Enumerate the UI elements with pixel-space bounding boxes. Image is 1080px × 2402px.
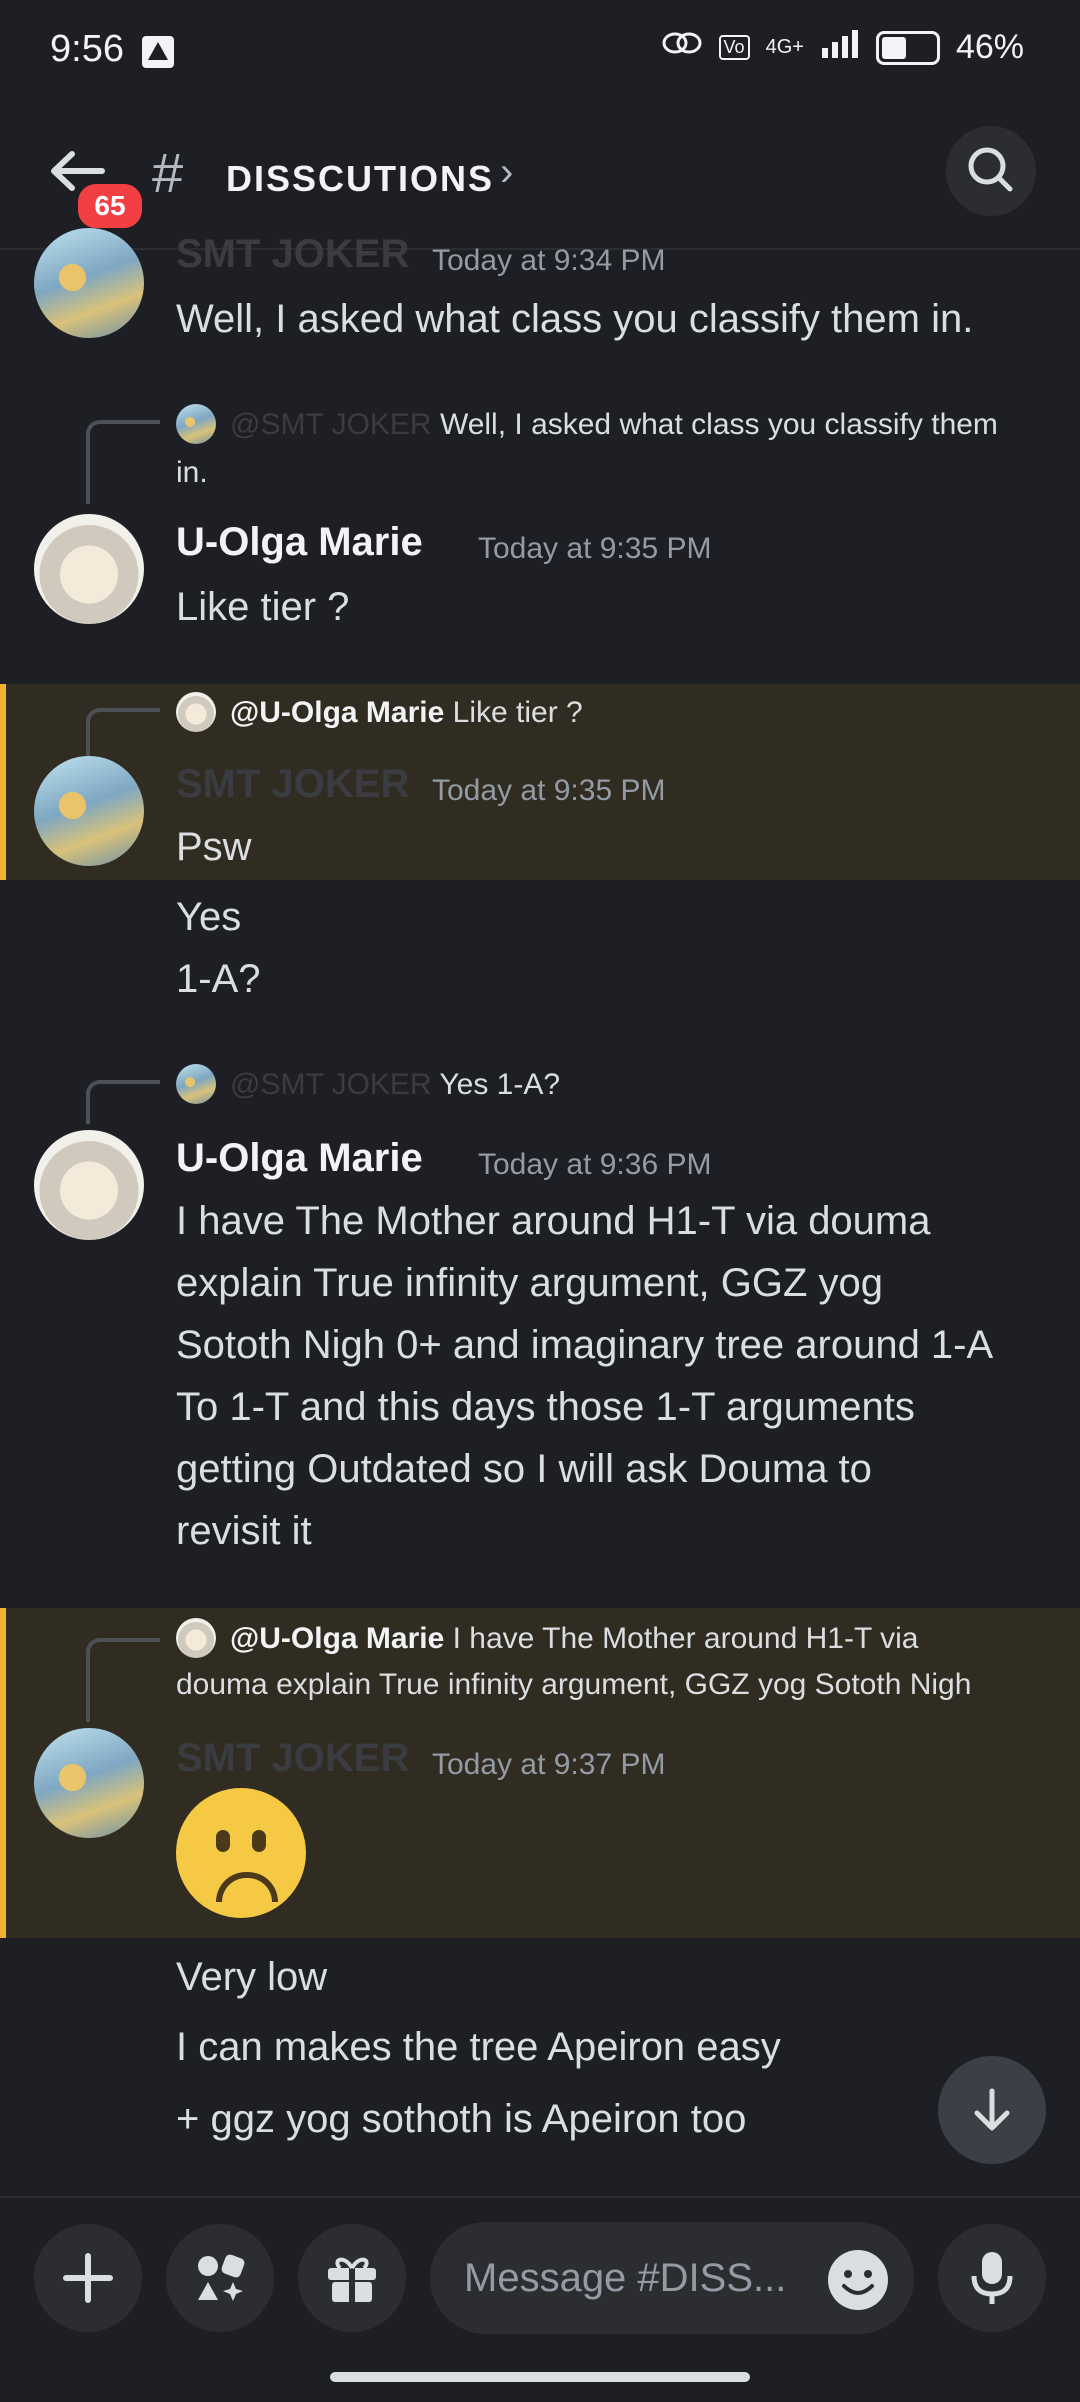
battery-level bbox=[881, 36, 906, 59]
channel-title[interactable]: DISSCUTIONS bbox=[226, 158, 494, 200]
apps-button[interactable] bbox=[166, 2224, 274, 2332]
message-text: 1-A? bbox=[176, 957, 261, 1001]
message-text: I have The Mother around H1-T via douma bbox=[176, 1199, 931, 1243]
message-text: Psw bbox=[176, 825, 252, 869]
battery-percent: 46% bbox=[955, 28, 1024, 66]
emoji-eye bbox=[252, 1830, 266, 1852]
reply-mention: @SMT JOKER bbox=[230, 408, 432, 441]
microphone-icon bbox=[971, 2252, 1013, 2304]
reply-preview[interactable]: @U-Olga Marie I have The Mother around H… bbox=[230, 1622, 918, 1656]
reply-preview[interactable]: @U-Olga Marie Like tier ? bbox=[230, 696, 583, 730]
highlight-bar bbox=[0, 684, 6, 880]
author-name[interactable]: SMT JOKER bbox=[176, 232, 409, 277]
message-text: Yes bbox=[176, 895, 242, 939]
reply-text: Well, I asked what class you classify th… bbox=[439, 408, 998, 441]
reply-connector bbox=[86, 1080, 160, 1124]
signal-icon bbox=[820, 28, 860, 67]
add-attachment-button[interactable] bbox=[34, 2224, 142, 2332]
notification-icon bbox=[140, 34, 176, 75]
message-timestamp: Today at 9:34 PM bbox=[432, 244, 666, 277]
author-name[interactable]: U-Olga Marie bbox=[176, 1136, 423, 1181]
channel-hash-icon: # bbox=[152, 141, 184, 204]
reply-avatar bbox=[176, 692, 216, 732]
message-text: explain True infinity argument, GGZ yog bbox=[176, 1261, 883, 1305]
reply-mention: @SMT JOKER bbox=[230, 1068, 432, 1101]
message-text: Sototh Nigh 0+ and imaginary tree around… bbox=[176, 1323, 994, 1367]
status-right: Vo 4G+ 46% bbox=[661, 28, 1024, 67]
message-text: + ggz yog sothoth is Apeiron too bbox=[176, 2097, 747, 2141]
apps-icon bbox=[198, 2254, 245, 2301]
message-text: I can makes the tree Apeiron easy bbox=[176, 2025, 781, 2069]
home-indicator[interactable] bbox=[330, 2372, 750, 2382]
gift-icon bbox=[328, 2257, 376, 2302]
reply-connector bbox=[86, 420, 160, 504]
voice-message-button[interactable] bbox=[938, 2224, 1046, 2332]
emoji-eye bbox=[216, 1830, 230, 1852]
reply-preview[interactable]: @SMT JOKER Well, I asked what class you … bbox=[230, 408, 998, 442]
reply-avatar bbox=[176, 1618, 216, 1658]
avatar[interactable] bbox=[34, 756, 144, 866]
chevron-right-icon[interactable]: › bbox=[500, 150, 513, 195]
reply-text: I have The Mother around H1-T via bbox=[452, 1622, 919, 1655]
frowning-face-emoji-icon[interactable] bbox=[176, 1788, 306, 1918]
reply-mention: @U-Olga Marie bbox=[230, 1622, 445, 1655]
message-text: revisit it bbox=[176, 1509, 312, 1553]
message-text: Very low bbox=[176, 1955, 328, 1999]
avatar[interactable] bbox=[34, 1728, 144, 1838]
reply-text: Like tier ? bbox=[452, 696, 583, 729]
search-button[interactable] bbox=[946, 126, 1036, 216]
arrow-down-icon bbox=[974, 2088, 1010, 2131]
emoji-picker-button[interactable] bbox=[826, 2248, 890, 2317]
unread-badge: 65 bbox=[74, 180, 146, 232]
network-type: 4G+ bbox=[765, 36, 804, 58]
message-timestamp: Today at 9:35 PM bbox=[432, 774, 666, 807]
search-icon bbox=[968, 147, 1013, 192]
message-timestamp: Today at 9:37 PM bbox=[432, 1748, 666, 1781]
emoji-icon bbox=[828, 2250, 888, 2310]
volte-icon: Vo bbox=[718, 35, 750, 60]
reply-text-continued: douma explain True infinity argument, GG… bbox=[176, 1668, 972, 1701]
avatar[interactable] bbox=[34, 1130, 144, 1240]
plus-icon bbox=[63, 2253, 113, 2303]
reply-connector bbox=[86, 1638, 160, 1722]
gift-button[interactable] bbox=[298, 2224, 406, 2332]
status-time: 9:56 bbox=[50, 28, 124, 70]
emoji-mouth bbox=[216, 1872, 278, 1902]
reply-text-continued: in. bbox=[176, 456, 208, 489]
message-timestamp: Today at 9:35 PM bbox=[478, 532, 712, 565]
reply-avatar bbox=[176, 1064, 216, 1104]
reply-text: Yes 1-A? bbox=[439, 1068, 561, 1101]
author-name[interactable]: U-Olga Marie bbox=[176, 520, 423, 565]
jump-to-latest-button[interactable] bbox=[938, 2056, 1046, 2164]
message-text: To 1-T and this days those 1-T arguments bbox=[176, 1385, 915, 1429]
message-text: Well, I asked what class you classify th… bbox=[176, 297, 974, 341]
avatar[interactable] bbox=[34, 514, 144, 624]
message-text: getting Outdated so I will ask Douma to bbox=[176, 1447, 872, 1491]
author-name[interactable]: SMT JOKER bbox=[176, 1736, 409, 1781]
reply-avatar bbox=[176, 404, 216, 444]
author-name[interactable]: SMT JOKER bbox=[176, 762, 409, 807]
reply-mention: @U-Olga Marie bbox=[230, 696, 445, 729]
message-text: Like tier ? bbox=[176, 585, 350, 629]
highlight-bar bbox=[0, 1608, 6, 1938]
link-icon bbox=[661, 28, 703, 67]
message-timestamp: Today at 9:36 PM bbox=[478, 1148, 712, 1181]
battery-icon bbox=[875, 30, 940, 65]
avatar[interactable] bbox=[34, 228, 144, 338]
reply-preview[interactable]: @SMT JOKER Yes 1-A? bbox=[230, 1068, 560, 1102]
